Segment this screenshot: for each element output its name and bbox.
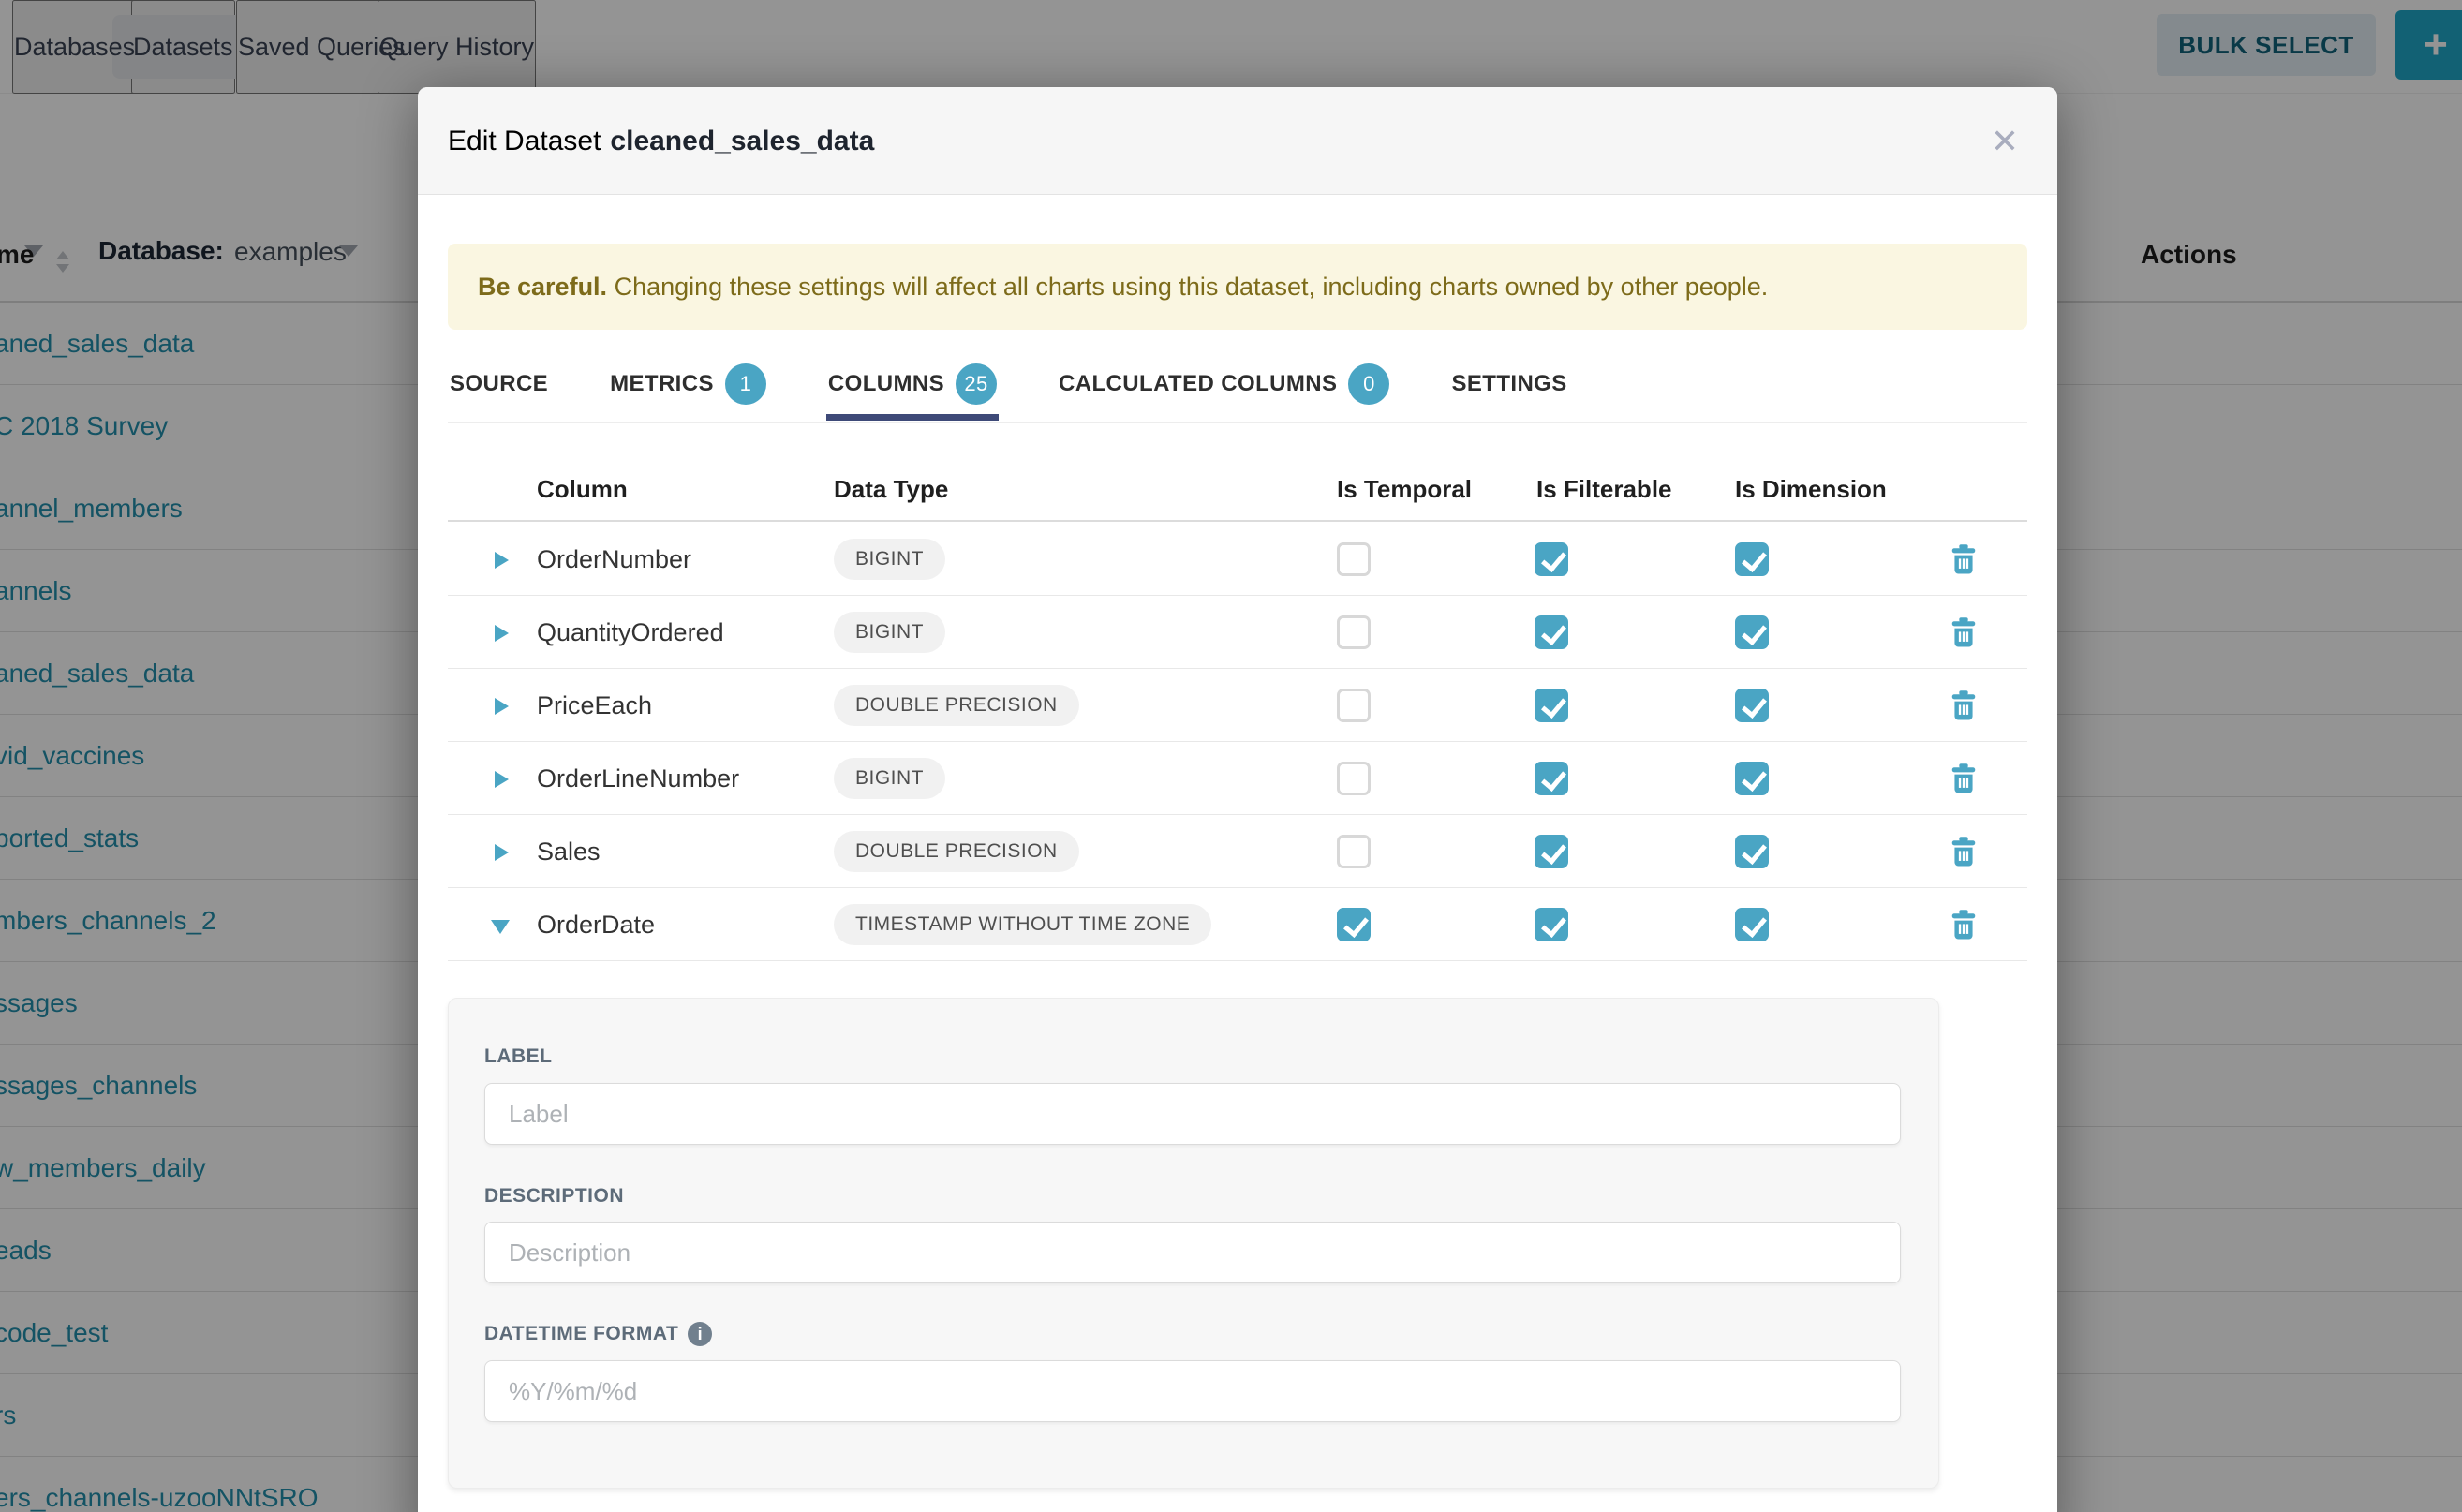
column-name: Sales: [537, 815, 601, 888]
column-row: OrderDate TIMESTAMP WITHOUT TIME ZONE: [418, 888, 2057, 961]
tab-label: COLUMNS: [828, 371, 944, 397]
is-filterable-checkbox[interactable]: [1535, 762, 1568, 795]
data-type-pill: BIGINT: [834, 539, 945, 580]
data-type-pill: DOUBLE PRECISION: [834, 831, 1079, 872]
expand-caret-icon[interactable]: [495, 698, 509, 715]
columns-table-header: Column Data Type Is Temporal Is Filterab…: [418, 452, 2057, 526]
modal-header: Edit Dataset cleaned_sales_data ✕: [418, 87, 2057, 195]
data-type-pill: TIMESTAMP WITHOUT TIME ZONE: [834, 904, 1211, 945]
divider: [448, 520, 2027, 522]
tab-label: SETTINGS: [1451, 371, 1566, 397]
close-icon[interactable]: ✕: [1984, 121, 2025, 162]
column-name: OrderLineNumber: [537, 742, 739, 815]
is-dimension-checkbox[interactable]: [1735, 615, 1769, 649]
is-dimension-checkbox[interactable]: [1735, 689, 1769, 722]
modal-title: Edit Dataset cleaned_sales_data: [448, 87, 874, 195]
is-dimension-checkbox[interactable]: [1735, 908, 1769, 941]
tab[interactable]: CALCULATED COLUMNS 0: [1057, 353, 1391, 421]
datetime-format-caption: DATETIME FORMAT i: [484, 1322, 712, 1346]
edit-dataset-modal: Edit Dataset cleaned_sales_data ✕ Be car…: [418, 87, 2057, 1512]
expand-caret-icon[interactable]: [491, 920, 510, 934]
delete-column-icon[interactable]: [1950, 763, 1977, 793]
columns-table-body: OrderNumber BIGINT: [418, 523, 2057, 961]
expand-caret-icon[interactable]: [495, 844, 509, 861]
is-temporal-checkbox[interactable]: [1337, 762, 1371, 795]
is-dimension-header: Is Dimension: [1735, 452, 1887, 526]
is-temporal-checkbox[interactable]: [1337, 615, 1371, 649]
is-filterable-header: Is Filterable: [1536, 452, 1672, 526]
description-input[interactable]: [484, 1222, 1901, 1283]
column-row: OrderLineNumber BIGINT: [418, 742, 2057, 815]
is-temporal-checkbox[interactable]: [1337, 689, 1371, 722]
warning-bold-text: Be careful.: [478, 273, 607, 302]
warning-banner: Be careful. Changing these settings will…: [448, 244, 2027, 330]
tab-label: SOURCE: [450, 371, 548, 397]
column-row: OrderNumber BIGINT: [418, 523, 2057, 596]
is-temporal-checkbox[interactable]: [1337, 908, 1371, 941]
tab[interactable]: SETTINGS: [1449, 353, 1568, 421]
column-name: QuantityOrdered: [537, 596, 724, 669]
column-row: PriceEach DOUBLE PRECISION: [418, 669, 2057, 742]
is-temporal-header: Is Temporal: [1337, 452, 1472, 526]
is-filterable-checkbox[interactable]: [1535, 835, 1568, 868]
column-name: PriceEach: [537, 669, 652, 742]
tab[interactable]: METRICS 1: [608, 353, 768, 421]
tab[interactable]: SOURCE: [448, 353, 550, 421]
warning-text: Changing these settings will affect all …: [607, 273, 1768, 302]
tab-label: METRICS: [610, 371, 714, 397]
tab-label: CALCULATED COLUMNS: [1059, 371, 1337, 397]
is-filterable-checkbox[interactable]: [1535, 908, 1568, 941]
tab-count-badge: 1: [725, 363, 766, 405]
column-row: Sales DOUBLE PRECISION: [418, 815, 2057, 888]
description-caption-text: DESCRIPTION: [484, 1185, 624, 1208]
column-name: OrderDate: [537, 888, 655, 961]
is-temporal-checkbox[interactable]: [1337, 542, 1371, 576]
column-row: QuantityOrdered BIGINT: [418, 596, 2057, 669]
column-detail-panel: LABEL DESCRIPTION DATETIME FORMAT i: [448, 998, 1939, 1489]
label-caption: LABEL: [484, 1045, 553, 1068]
is-temporal-checkbox[interactable]: [1337, 835, 1371, 868]
delete-column-icon[interactable]: [1950, 617, 1977, 647]
column-name: OrderNumber: [537, 523, 691, 596]
delete-column-icon[interactable]: [1950, 910, 1977, 940]
data-type-pill: BIGINT: [834, 612, 945, 653]
data-type-pill: DOUBLE PRECISION: [834, 685, 1079, 726]
is-filterable-checkbox[interactable]: [1535, 542, 1568, 576]
modal-dataset-name: cleaned_sales_data: [610, 126, 874, 157]
is-filterable-checkbox[interactable]: [1535, 689, 1568, 722]
is-dimension-checkbox[interactable]: [1735, 762, 1769, 795]
label-caption-text: LABEL: [484, 1045, 553, 1068]
expand-caret-icon[interactable]: [495, 771, 509, 788]
delete-column-icon[interactable]: [1950, 544, 1977, 574]
modal-tabs: SOURCE METRICS 1 COLUMNS 25 CALCULATED C…: [448, 353, 1569, 423]
divider: [448, 422, 2027, 423]
tab-count-badge: 0: [1348, 363, 1389, 405]
data-type-pill: BIGINT: [834, 758, 945, 799]
is-filterable-checkbox[interactable]: [1535, 615, 1568, 649]
app-page: Databases Datasets Saved Queries Query H…: [0, 0, 2462, 1512]
delete-column-icon[interactable]: [1950, 690, 1977, 720]
tab-count-badge: 25: [956, 363, 997, 405]
info-icon[interactable]: i: [688, 1322, 712, 1346]
label-input[interactable]: [484, 1083, 1901, 1145]
datetime-format-input[interactable]: [484, 1360, 1901, 1422]
modal-title-prefix: Edit Dataset: [448, 126, 601, 157]
delete-column-icon[interactable]: [1950, 837, 1977, 867]
is-dimension-checkbox[interactable]: [1735, 542, 1769, 576]
tab[interactable]: COLUMNS 25: [826, 353, 999, 421]
column-header: Column: [537, 452, 628, 526]
description-caption: DESCRIPTION: [484, 1185, 624, 1208]
data-type-header: Data Type: [834, 452, 948, 526]
expand-caret-icon[interactable]: [495, 552, 509, 569]
datetime-caption-text: DATETIME FORMAT: [484, 1323, 678, 1345]
expand-caret-icon[interactable]: [495, 625, 509, 642]
is-dimension-checkbox[interactable]: [1735, 835, 1769, 868]
